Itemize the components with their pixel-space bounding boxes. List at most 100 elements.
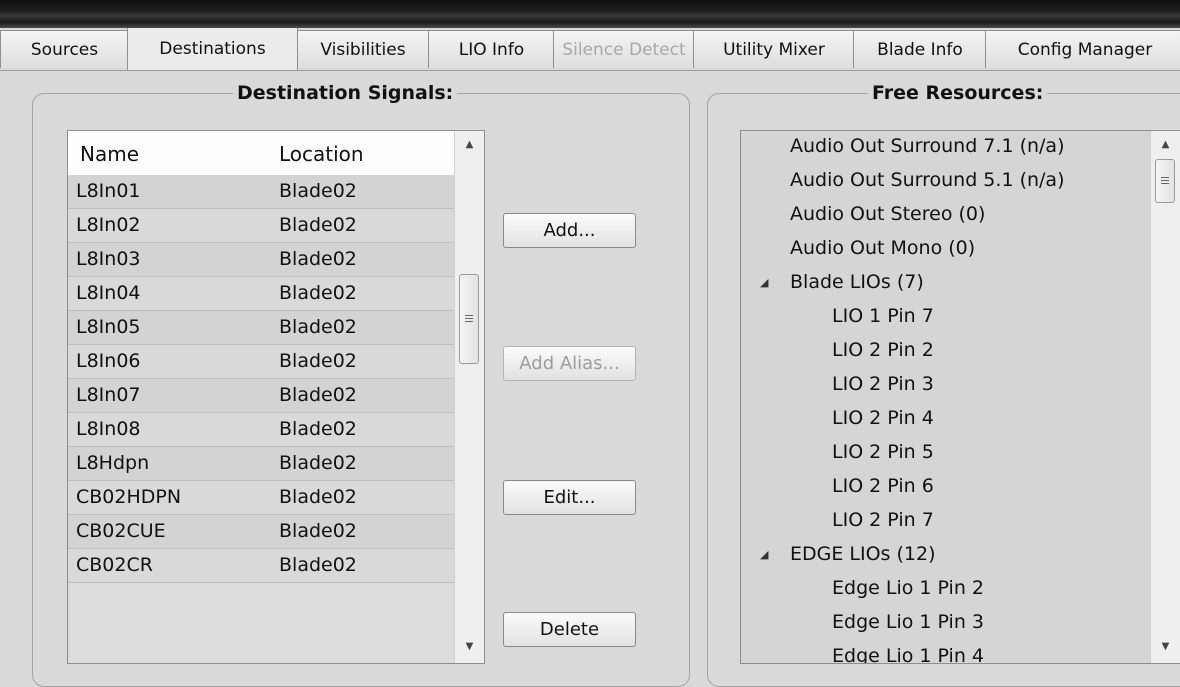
table-row[interactable]: L8In04 Blade02 <box>68 277 454 311</box>
tab-destinations[interactable]: Destinations <box>127 28 298 70</box>
cell-name: L8In07 <box>76 384 141 406</box>
expand-arrow-icon[interactable]: ◢ <box>760 266 768 299</box>
tree-item[interactable]: LIO 2 Pin 5 <box>832 436 934 469</box>
cell-location: Blade02 <box>279 350 357 372</box>
tree-item[interactable]: LIO 2 Pin 3 <box>832 368 934 401</box>
tree-item[interactable]: Audio Out Mono (0) <box>790 232 975 265</box>
tree-item-label: LIO 2 Pin 3 <box>832 373 934 395</box>
tab-blade-info[interactable]: Blade Info <box>853 30 987 68</box>
add-alias-button[interactable]: Add Alias... <box>503 346 636 381</box>
cell-location: Blade02 <box>279 214 357 236</box>
tree-item[interactable]: Audio Out Surround 5.1 (n/a) <box>790 164 1064 197</box>
cell-location: Blade02 <box>279 486 357 508</box>
table-row[interactable]: CB02HDPN Blade02 <box>68 481 454 515</box>
tree-item[interactable]: Edge Lio 1 Pin 3 <box>832 606 984 639</box>
cell-location: Blade02 <box>279 452 357 474</box>
tree-item-label: Edge Lio 1 Pin 4 <box>832 645 984 664</box>
tree-item-label: LIO 2 Pin 5 <box>832 441 934 463</box>
cell-location: Blade02 <box>279 180 357 202</box>
edit-button[interactable]: Edit... <box>503 480 636 515</box>
column-header-name[interactable]: Name <box>80 131 139 175</box>
table-row[interactable]: L8In03 Blade02 <box>68 243 454 277</box>
cell-name: L8In05 <box>76 316 141 338</box>
tab-bar: Sources Destinations Visibilities LIO Info S… <box>0 28 1180 71</box>
scroll-up-icon[interactable]: ▲ <box>1151 133 1180 157</box>
tree-item[interactable]: LIO 1 Pin 7 <box>832 300 934 333</box>
tree-item-label: Audio Out Surround 5.1 (n/a) <box>790 169 1065 191</box>
add-button[interactable]: Add... <box>503 213 636 248</box>
tree-group-node[interactable]: ◢ EDGE LIOs (12) <box>760 538 936 571</box>
cell-location: Blade02 <box>279 418 357 440</box>
tree-vertical-scrollbar[interactable]: ▲ ▼ <box>1150 131 1180 663</box>
tree-item-label: EDGE LIOs (12) <box>790 543 936 565</box>
cell-name: L8In04 <box>76 282 141 304</box>
tree-item[interactable]: Audio Out Stereo (0) <box>790 198 985 231</box>
tree-item-label: Audio Out Mono (0) <box>790 237 976 259</box>
table-vertical-scrollbar[interactable]: ▲ ▼ <box>454 131 484 663</box>
tree-item-label: Blade LIOs (7) <box>790 271 924 293</box>
tree-item-label: LIO 2 Pin 2 <box>832 339 934 361</box>
tree-item-label: Audio Out Surround 7.1 (n/a) <box>790 135 1065 157</box>
cell-location: Blade02 <box>279 520 357 542</box>
tab-config-manager[interactable]: Config Manager <box>985 30 1180 68</box>
table-row[interactable]: L8In05 Blade02 <box>68 311 454 345</box>
tree-item-label: LIO 2 Pin 4 <box>832 407 934 429</box>
destination-signals-title: Destination Signals: <box>233 82 458 104</box>
scrollbar-thumb[interactable] <box>459 274 479 364</box>
cell-name: L8In06 <box>76 350 141 372</box>
tree-item[interactable]: LIO 2 Pin 7 <box>832 504 934 537</box>
cell-name: CB02CUE <box>76 520 166 542</box>
tab-silence-detect: Silence Detect <box>553 30 695 68</box>
cell-location: Blade02 <box>279 554 357 576</box>
table-row[interactable]: L8In02 Blade02 <box>68 209 454 243</box>
window-title-bar <box>0 0 1180 30</box>
cell-name: L8In03 <box>76 248 141 270</box>
tab-visibilities[interactable]: Visibilities <box>296 30 430 68</box>
table-row[interactable]: L8In01 Blade02 <box>68 175 454 209</box>
cell-name: L8In08 <box>76 418 141 440</box>
tree-item[interactable]: LIO 2 Pin 4 <box>832 402 934 435</box>
table-row[interactable]: L8In08 Blade02 <box>68 413 454 447</box>
cell-name: L8In02 <box>76 214 141 236</box>
tree-item[interactable]: LIO 2 Pin 6 <box>832 470 934 503</box>
scroll-down-icon[interactable]: ▼ <box>1151 635 1180 659</box>
tree-item[interactable]: Edge Lio 1 Pin 2 <box>832 572 984 605</box>
tab-lio-info[interactable]: LIO Info <box>428 30 555 68</box>
cell-name: L8Hdpn <box>76 452 150 474</box>
tree-item-label: Edge Lio 1 Pin 3 <box>832 611 984 633</box>
tree-item-label: LIO 2 Pin 7 <box>832 509 934 531</box>
table-header: Name Location <box>68 131 454 176</box>
tab-sources[interactable]: Sources <box>0 30 129 68</box>
tab-utility-mixer[interactable]: Utility Mixer <box>693 30 855 68</box>
scrollbar-thumb[interactable] <box>1155 159 1175 203</box>
table-row[interactable]: L8In07 Blade02 <box>68 379 454 413</box>
tree-group-node[interactable]: ◢ Blade LIOs (7) <box>760 266 924 299</box>
free-resources-title: Free Resources: <box>868 82 1048 104</box>
cell-location: Blade02 <box>279 316 357 338</box>
table-row[interactable]: CB02CUE Blade02 <box>68 515 454 549</box>
table-row[interactable]: CB02CR Blade02 <box>68 549 454 583</box>
tree-item[interactable]: Edge Lio 1 Pin 4 <box>832 640 984 664</box>
cell-location: Blade02 <box>279 248 357 270</box>
table-body: L8In01 Blade02 L8In02 Blade02 L8In03 Blade02 L… <box>68 175 454 583</box>
free-resources-tree: Audio Out Surround 7.1 (n/a) Audio Out Su… <box>740 130 1180 664</box>
scroll-up-icon[interactable]: ▲ <box>455 133 484 157</box>
delete-button[interactable]: Delete <box>503 612 636 647</box>
cell-location: Blade02 <box>279 282 357 304</box>
cell-name: CB02HDPN <box>76 486 182 508</box>
destination-signals-table: Name Location L8In01 Blade02 L8In02 Blade02… <box>67 130 485 664</box>
table-row[interactable]: L8In06 Blade02 <box>68 345 454 379</box>
tree-item[interactable]: Audio Out Surround 7.1 (n/a) <box>790 131 1065 163</box>
tree-item-label: Edge Lio 1 Pin 2 <box>832 577 984 599</box>
tree-item-label: LIO 2 Pin 6 <box>832 475 934 497</box>
column-header-location[interactable]: Location <box>279 131 364 175</box>
tree-item-label: Audio Out Stereo (0) <box>790 203 986 225</box>
table-row[interactable]: L8Hdpn Blade02 <box>68 447 454 481</box>
expand-arrow-icon[interactable]: ◢ <box>760 538 768 571</box>
cell-location: Blade02 <box>279 384 357 406</box>
tree-item-label: LIO 1 Pin 7 <box>832 305 934 327</box>
scroll-down-icon[interactable]: ▼ <box>455 635 484 659</box>
cell-name: CB02CR <box>76 554 153 576</box>
tree-item[interactable]: LIO 2 Pin 2 <box>832 334 934 367</box>
cell-name: L8In01 <box>76 180 141 202</box>
